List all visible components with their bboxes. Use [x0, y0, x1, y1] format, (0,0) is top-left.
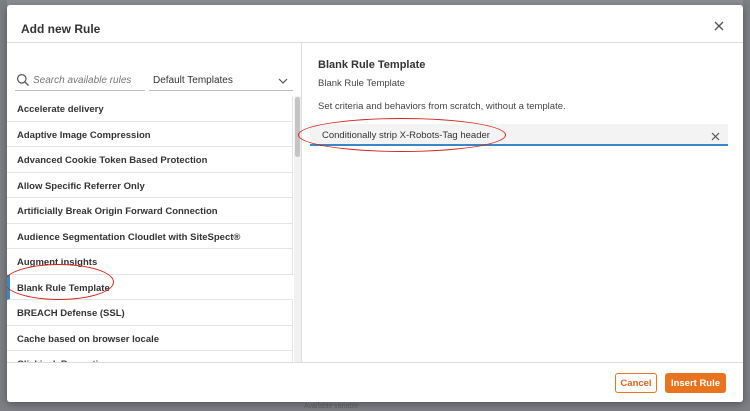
rule-template-label: Advanced Cookie Token Based Protection: [17, 155, 208, 166]
detail-description: Set criteria and behaviors from scratch,…: [318, 101, 566, 112]
dialog-header: Add new Rule: [7, 5, 743, 43]
rule-template-item[interactable]: Advanced Cookie Token Based Protection: [7, 147, 293, 173]
list-scrollbar[interactable]: [294, 96, 301, 362]
rule-name-input[interactable]: [322, 127, 702, 143]
cancel-button[interactable]: Cancel: [615, 373, 657, 393]
chevron-down-icon: [277, 74, 289, 86]
search-input[interactable]: [33, 71, 143, 89]
dialog-footer: Cancel Insert Rule: [7, 362, 743, 402]
detail-title: Blank Rule Template: [318, 59, 426, 71]
rule-template-label: Artificially Break Origin Forward Connec…: [17, 206, 218, 217]
rule-template-label: Accelerate delivery: [17, 104, 104, 115]
close-icon[interactable]: [712, 19, 726, 33]
rule-template-label: Audience Segmentation Cloudlet with Site…: [17, 231, 241, 243]
rule-template-label: Blank Rule Template: [17, 282, 110, 294]
rule-template-label: Cache based on browser locale: [17, 333, 160, 345]
rule-template-pane: Default Templates Accelerate delivery Ada…: [7, 43, 302, 362]
background-footer-text: Available variable: [304, 403, 359, 410]
rule-template-item[interactable]: Adaptive Image Compression: [7, 121, 293, 147]
search-icon: [16, 73, 30, 87]
rule-template-item[interactable]: BREACH Defense (SSL): [7, 300, 293, 326]
scrollbar-thumb[interactable]: [295, 97, 300, 157]
rule-template-item[interactable]: Audience Segmentation Cloudlet with Site…: [7, 223, 293, 249]
rule-template-item[interactable]: Blank Rule Template: [7, 274, 293, 300]
rule-detail-pane: Blank Rule Template Blank Rule Template …: [303, 43, 743, 362]
rule-name-field[interactable]: [310, 124, 728, 146]
background-app-bottom: [0, 402, 750, 411]
template-filter-value: Default Templates: [153, 75, 233, 86]
search-field[interactable]: [15, 69, 145, 91]
background-app-right: [743, 0, 750, 411]
rule-template-item[interactable]: Artificially Break Origin Forward Connec…: [7, 198, 293, 224]
insert-rule-button[interactable]: Insert Rule: [665, 373, 726, 393]
rule-template-label: Allow Specific Referrer Only: [17, 180, 145, 192]
rule-template-item[interactable]: Accelerate delivery: [7, 96, 293, 122]
background-app-left: [0, 0, 7, 411]
dialog-title: Add new Rule: [21, 22, 101, 36]
rule-template-label: Adaptive Image Compression: [17, 129, 151, 141]
rule-template-item[interactable]: Augment insights: [7, 249, 293, 275]
detail-subtitle: Blank Rule Template: [318, 78, 405, 89]
add-rule-dialog: Add new Rule Default Templates: [7, 5, 743, 402]
rule-template-item[interactable]: Allow Specific Referrer Only: [7, 172, 293, 198]
rule-template-label: Augment insights: [17, 257, 98, 268]
template-filter-select[interactable]: Default Templates: [149, 69, 293, 91]
rule-template-item[interactable]: Cache based on browser locale: [7, 325, 293, 351]
rule-template-label: BREACH Defense (SSL): [17, 308, 125, 319]
rule-template-list: Accelerate delivery Adaptive Image Compre…: [7, 96, 293, 362]
clear-icon[interactable]: [710, 129, 721, 141]
rule-template-item[interactable]: Clickjack Prevention: [7, 351, 293, 362]
